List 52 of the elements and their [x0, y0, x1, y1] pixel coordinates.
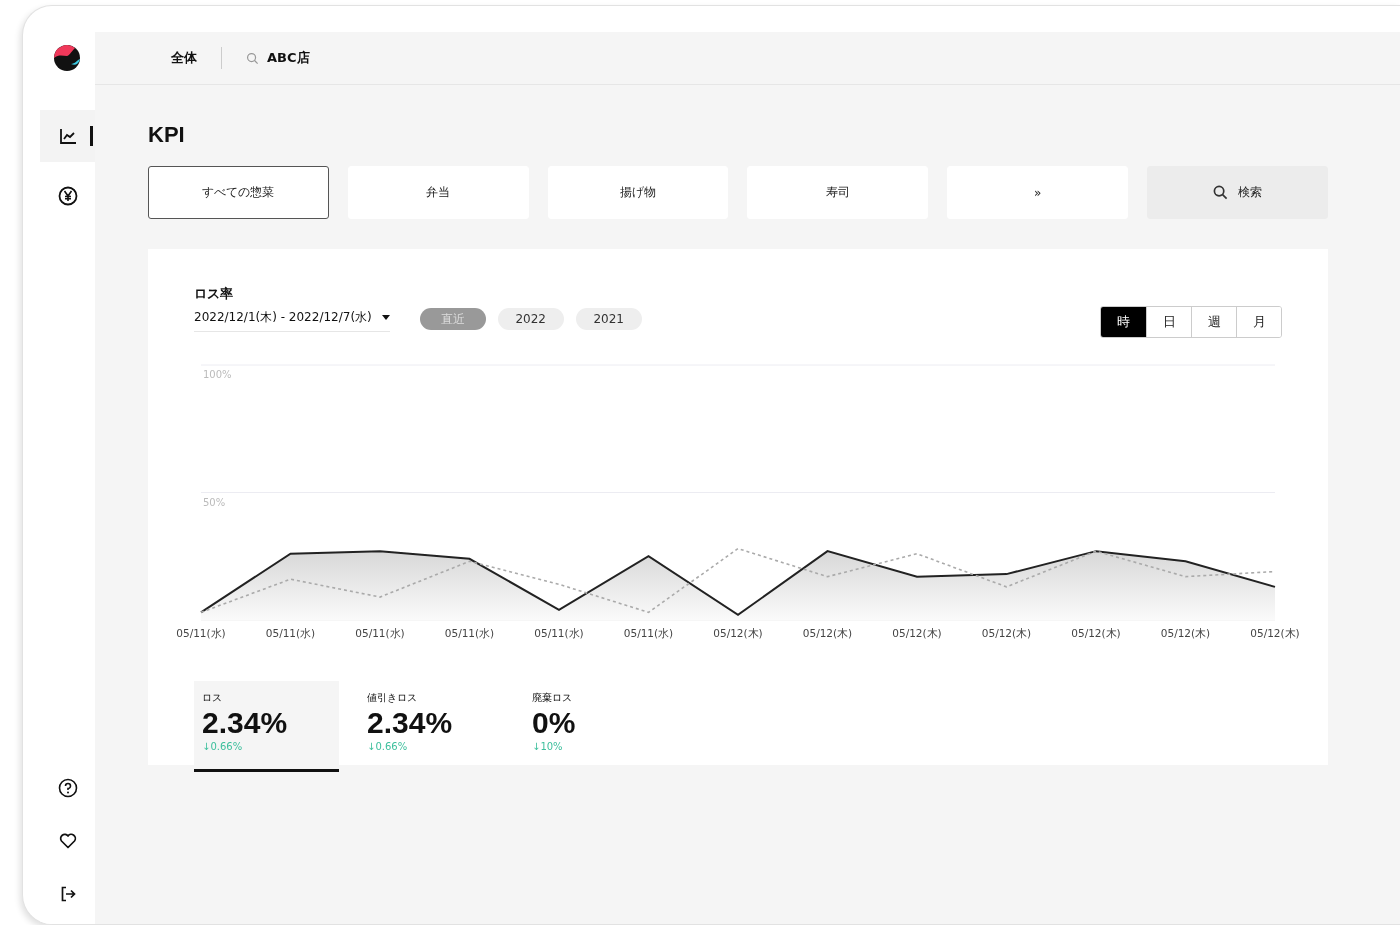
line-chart-icon — [58, 126, 78, 146]
yen-icon — [58, 186, 78, 206]
category-tab[interactable]: 揚げ物 — [547, 166, 729, 219]
metric-change: ↓0.66% — [202, 741, 243, 752]
x-axis-label: 05/12(木) — [1160, 627, 1211, 639]
store-name: ABC店 — [267, 49, 310, 67]
metric-label: ロス — [202, 691, 222, 705]
category-tab[interactable]: 弁当 — [347, 166, 529, 219]
metric-tile[interactable]: ロス 2.34% ↓0.66% — [194, 681, 339, 772]
x-axis-label: 05/12(木) — [981, 627, 1032, 639]
category-tab[interactable]: すべての惣菜 — [148, 166, 329, 219]
store-selector[interactable]: ABC店 — [246, 49, 310, 67]
search-icon — [1213, 185, 1229, 200]
x-axis-label: 05/11(水) — [534, 627, 584, 639]
x-axis-label: 05/11(水) — [444, 627, 495, 639]
x-axis-label: 05/12(木) — [1071, 627, 1121, 639]
heart-icon[interactable] — [58, 831, 78, 851]
metric-change: ↓10% — [532, 741, 563, 752]
caret-icon — [381, 315, 390, 320]
search-button[interactable]: 検索 — [1147, 166, 1328, 219]
help-icon[interactable] — [58, 778, 78, 798]
period-chip[interactable]: 2021 — [575, 308, 642, 330]
metric-label: 値引きロス — [367, 691, 417, 705]
category-tab[interactable]: » — [947, 166, 1129, 219]
y-axis-label: 50% — [203, 496, 226, 508]
x-axis-label: 05/12(木) — [1250, 627, 1300, 639]
category-tab[interactable]: 寿司 — [747, 166, 929, 219]
granularity-option[interactable]: 時 — [1101, 307, 1146, 337]
x-axis-label: 05/11(水) — [265, 627, 316, 639]
metric-change: ↓0.66% — [367, 741, 408, 752]
granularity-option[interactable]: 月 — [1236, 307, 1281, 337]
metric-tile[interactable]: 値引きロス 2.34% ↓0.66% — [359, 681, 504, 772]
logo-icon — [53, 44, 81, 72]
page-title: KPI — [148, 122, 186, 148]
x-axis-label: 05/11(水) — [623, 627, 674, 639]
period-chip[interactable]: 2022 — [497, 308, 564, 330]
sidebar-item[interactable] — [40, 110, 95, 162]
metric-value: 2.34% — [367, 705, 453, 741]
metric-value: 2.34% — [202, 705, 288, 741]
x-axis-label: 05/11(水) — [355, 627, 405, 639]
scope-link[interactable]: 全体 — [171, 49, 197, 67]
x-axis-label: 05/12(木) — [713, 627, 763, 639]
x-axis-label: 05/11(水) — [176, 627, 226, 639]
date-range-dropdown[interactable]: 2022/12/1(木) - 2022/12/7(水) — [194, 309, 390, 332]
search-icon — [246, 51, 259, 65]
metric-tile[interactable]: 廃棄ロス 0% ↓10% — [524, 681, 669, 772]
y-axis-label: 100% — [203, 369, 232, 380]
x-axis-label: 05/12(木) — [892, 627, 942, 639]
metric-value: 0% — [532, 705, 576, 741]
metric-label: 廃棄ロス — [532, 691, 572, 705]
x-axis-label: 05/12(木) — [802, 627, 853, 639]
chart-title: ロス率 — [194, 285, 234, 303]
